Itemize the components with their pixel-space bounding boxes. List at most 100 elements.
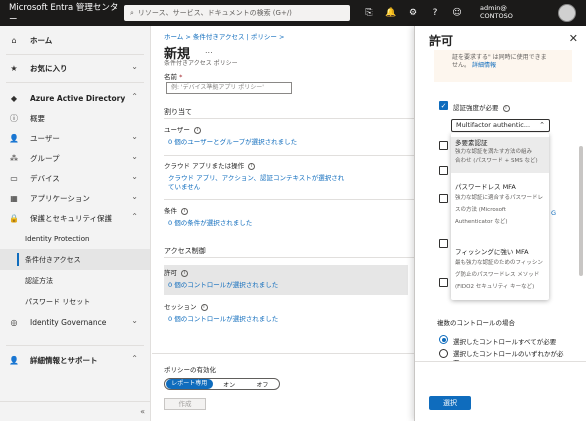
sidebar-item-users[interactable]: 👤 ユーザー ⌄ xyxy=(0,128,150,148)
sidebar-item-protection[interactable]: 🔒 保護とセキュリティ保護 ⌃ xyxy=(0,208,150,228)
obscured-text: G xyxy=(551,209,557,217)
toggle-report-only[interactable]: レポート専用 xyxy=(166,379,213,389)
sidebar-item-label: お気に入り xyxy=(30,63,68,73)
enable-policy-label: ポリシーの有効化 xyxy=(164,366,216,374)
scrollbar-thumb[interactable] xyxy=(579,146,583,276)
toggle-off[interactable]: オフ xyxy=(246,380,279,389)
info-icon[interactable]: i xyxy=(248,162,256,170)
lock-icon: 🔒 xyxy=(9,213,19,223)
require-one-radio[interactable] xyxy=(439,349,448,358)
name-input[interactable]: 例: 'デバイス準拠アプリ ポリシー' xyxy=(166,82,292,94)
session-label-text: セッション xyxy=(164,303,197,311)
sidebar-item-learn-support[interactable]: 👤 詳細情報とサポート ⌃ xyxy=(0,350,150,370)
account-info[interactable]: admin@ CONTOSO xyxy=(480,4,513,20)
sidebar-item-aad[interactable]: ◆ Azure Active Directory ⌃ xyxy=(0,88,150,108)
info-icon[interactable]: i xyxy=(502,104,510,112)
sidebar-item-devices[interactable]: ▭ デバイス ⌄ xyxy=(0,168,150,188)
chevron-down-icon: ⌄ xyxy=(131,132,138,141)
sidebar-item-label: 概要 xyxy=(30,113,45,123)
divider xyxy=(164,257,414,258)
option-desc: (FIDO2 セキュリティ キーなど) xyxy=(455,284,535,290)
grant-checkbox-4[interactable] xyxy=(439,239,448,248)
feedback-icon[interactable]: ☺ xyxy=(446,8,468,18)
sidebar-item-home[interactable]: ⌂ ホーム xyxy=(0,30,150,50)
sidebar-subitem-auth-methods[interactable]: 認証方法 xyxy=(0,270,150,291)
grant-panel: 許可 ✕ 証を要求する" は同時に使用できま せん。 詳細情報 ✓ 認証強度が必… xyxy=(414,26,586,421)
home-icon: ⌂ xyxy=(11,35,17,45)
sidebar-subitem-identity-protection[interactable]: Identity Protection xyxy=(0,228,150,249)
info-icon[interactable]: i xyxy=(200,303,208,311)
collapse-sidebar-button[interactable]: « xyxy=(0,401,150,421)
divider xyxy=(164,118,414,119)
multi-controls-label: 複数のコントロールの場合 xyxy=(437,319,515,327)
avatar[interactable] xyxy=(558,4,576,22)
search-icon: ⌕ xyxy=(130,8,134,17)
toggle-on[interactable]: オン xyxy=(213,380,246,389)
menu-option-passwordless[interactable]: パスワードレス MFA 強力な認証に適合するパスワードレ スの方法 (Micro… xyxy=(451,183,549,231)
info-icon[interactable]: i xyxy=(181,269,188,277)
chevron-down-icon: ⌄ xyxy=(131,152,138,161)
info-icon[interactable]: i xyxy=(181,207,188,215)
grant-checkbox-2[interactable] xyxy=(439,166,448,175)
dropdown-value: Multifactor authentic... xyxy=(456,121,531,129)
close-icon[interactable]: ✕ xyxy=(569,32,578,45)
info-banner: 証を要求する" は同時に使用できま せん。 詳細情報 xyxy=(434,50,572,82)
option-desc: 合わせ (パスワード + SMS など) xyxy=(455,158,538,164)
auth-strength-dropdown[interactable]: Multifactor authentic... ⌃ xyxy=(451,119,550,132)
chevron-down-icon: ⌄ xyxy=(131,316,138,325)
grant-row-selected[interactable] xyxy=(164,265,408,295)
users-label-text: ユーザー xyxy=(164,126,190,134)
learn-more-link[interactable]: 詳細情報 xyxy=(472,62,496,69)
sidebar-item-applications[interactable]: ▦ アプリケーション ⌄ xyxy=(0,188,150,208)
sidebar-item-groups[interactable]: ⁂ グループ ⌄ xyxy=(0,148,150,168)
help-icon[interactable]: ? xyxy=(424,8,446,18)
cloud-apps-label-text: クラウド アプリまたは操作 xyxy=(164,162,245,170)
chevron-down-icon: ⌄ xyxy=(131,192,138,201)
user-icon: 👤 xyxy=(9,133,19,143)
sidebar-subitem-password-reset[interactable]: パスワード リセット xyxy=(0,291,150,312)
breadcrumb[interactable]: ホーム > 条件付きアクセス | ポリシー > xyxy=(164,31,284,41)
option-desc: グ防止のパスワードレス メソッド xyxy=(455,272,540,278)
sidebar-item-favorites[interactable]: ★ お気に入り ⌄ xyxy=(0,58,150,78)
info-banner-text1: 証を要求する" は同時に使用できま xyxy=(452,54,547,61)
sidebar-item-overview[interactable]: ⓘ 概要 xyxy=(0,108,150,128)
copilot-icon[interactable]: ⎘ xyxy=(358,8,380,18)
info-banner-text2: せん。 xyxy=(452,62,471,69)
cloud-apps-link[interactable]: クラウド アプリ、アクション、認証コンテキストが選択されていません xyxy=(168,174,348,192)
require-auth-strength-label: 認証強度が必要 i xyxy=(453,102,510,112)
panel-footer: 選択 xyxy=(415,361,586,421)
search-placeholder: リソース、サービス、ドキュメントの検索 (G+/) xyxy=(137,9,292,17)
sidebar-item-label: 保護とセキュリティ保護 xyxy=(30,213,113,223)
option-desc: Authenticator など) xyxy=(455,219,508,225)
sidebar-item-label: Azure Active Directory xyxy=(30,93,126,103)
conditions-link[interactable]: 0 個の条件が選択されました xyxy=(168,219,252,228)
panel-title: 許可 xyxy=(429,34,454,48)
menu-option-phishing-resistant[interactable]: フィッシングに強い MFA 最も強力な認証のためのフィッシン グ防止のパスワード… xyxy=(451,248,549,296)
sidebar-item-label: デバイス xyxy=(30,173,60,183)
aad-icon: ◆ xyxy=(10,93,18,103)
grant-link[interactable]: 0 個のコントロールが選択されました xyxy=(168,281,278,290)
menu-option-mfa[interactable]: 多要素認証 強力な認証を満たす方法の組み 合わせ (パスワード + SMS など… xyxy=(451,137,549,173)
sidebar-subitem-conditional-access[interactable]: 条件付きアクセス xyxy=(0,249,150,270)
session-link[interactable]: 0 個のコントロールが選択されました xyxy=(168,315,278,324)
info-icon[interactable]: i xyxy=(193,126,201,134)
toolbar-icons: ⎘ 🔔 ⚙ ? ☺ xyxy=(358,0,468,26)
require-all-radio[interactable] xyxy=(439,335,448,344)
search-box[interactable]: ⌕ リソース、サービス、ドキュメントの検索 (G+/) xyxy=(124,5,350,21)
gear-icon[interactable]: ⚙ xyxy=(402,8,424,18)
more-button[interactable]: ... xyxy=(205,46,213,55)
notifications-icon[interactable]: 🔔 xyxy=(380,8,402,18)
create-button[interactable]: 作成 xyxy=(164,398,206,410)
brand-title[interactable]: Microsoft Entra 管理センター xyxy=(0,1,124,25)
select-button[interactable]: 選択 xyxy=(429,396,471,410)
grant-checkbox-1[interactable] xyxy=(439,141,448,150)
sidebar-item-identity-governance[interactable]: ◎ Identity Governance ⌄ xyxy=(0,312,150,332)
users-link[interactable]: 0 個のユーザーとグループが選択されました xyxy=(168,138,297,147)
grant-checkbox-3[interactable] xyxy=(439,194,448,203)
panel-scrollbar[interactable] xyxy=(579,56,583,356)
grant-label: 許可 i xyxy=(164,267,188,277)
require-auth-strength-checkbox[interactable]: ✓ xyxy=(439,101,448,110)
option-desc: 強力な認証を満たす方法の組み xyxy=(455,149,533,155)
enable-policy-toggle[interactable]: レポート専用 オン オフ xyxy=(164,378,280,390)
grant-checkbox-5[interactable] xyxy=(439,278,448,287)
